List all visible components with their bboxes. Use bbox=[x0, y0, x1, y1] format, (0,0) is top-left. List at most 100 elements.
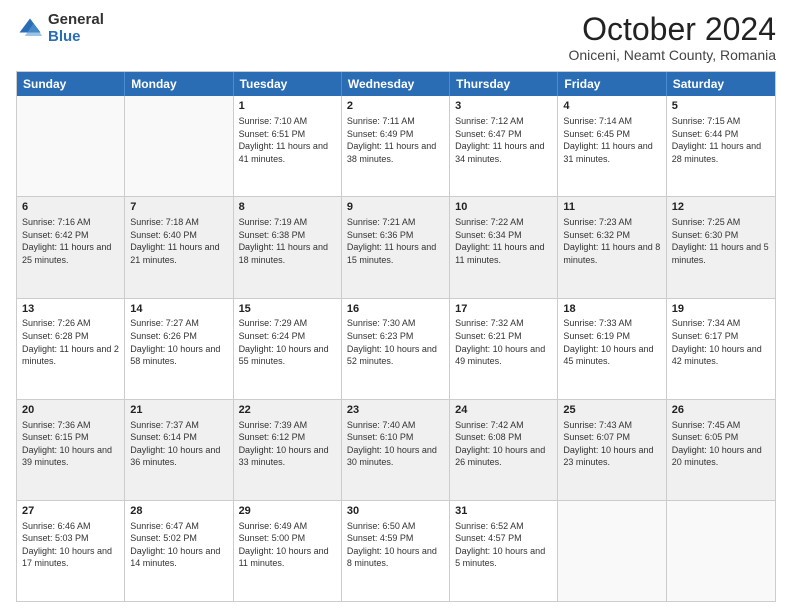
calendar-cell: 31Sunrise: 6:52 AM Sunset: 4:57 PM Dayli… bbox=[450, 501, 558, 601]
calendar-cell bbox=[125, 96, 233, 196]
day-number: 8 bbox=[239, 200, 336, 215]
day-number: 7 bbox=[130, 200, 227, 215]
sub-title: Oniceni, Neamt County, Romania bbox=[569, 47, 777, 63]
calendar-cell: 10Sunrise: 7:22 AM Sunset: 6:34 PM Dayli… bbox=[450, 197, 558, 297]
calendar: SundayMondayTuesdayWednesdayThursdayFrid… bbox=[16, 71, 776, 602]
calendar-cell: 20Sunrise: 7:36 AM Sunset: 6:15 PM Dayli… bbox=[17, 400, 125, 500]
day-number: 14 bbox=[130, 302, 227, 317]
header: General Blue October 2024 Oniceni, Neamt… bbox=[16, 12, 776, 63]
day-number: 3 bbox=[455, 99, 552, 114]
title-block: October 2024 Oniceni, Neamt County, Roma… bbox=[569, 12, 777, 63]
day-number: 10 bbox=[455, 200, 552, 215]
calendar-cell bbox=[667, 501, 775, 601]
day-number: 11 bbox=[563, 200, 660, 215]
cell-sun-info: Sunrise: 6:49 AM Sunset: 5:00 PM Dayligh… bbox=[239, 520, 336, 570]
cell-sun-info: Sunrise: 7:36 AM Sunset: 6:15 PM Dayligh… bbox=[22, 419, 119, 469]
calendar-cell: 25Sunrise: 7:43 AM Sunset: 6:07 PM Dayli… bbox=[558, 400, 666, 500]
cell-sun-info: Sunrise: 7:32 AM Sunset: 6:21 PM Dayligh… bbox=[455, 317, 552, 367]
day-number: 19 bbox=[672, 302, 770, 317]
cell-sun-info: Sunrise: 7:18 AM Sunset: 6:40 PM Dayligh… bbox=[130, 216, 227, 266]
calendar-cell: 3Sunrise: 7:12 AM Sunset: 6:47 PM Daylig… bbox=[450, 96, 558, 196]
calendar-cell bbox=[17, 96, 125, 196]
calendar-cell: 26Sunrise: 7:45 AM Sunset: 6:05 PM Dayli… bbox=[667, 400, 775, 500]
calendar-cell: 15Sunrise: 7:29 AM Sunset: 6:24 PM Dayli… bbox=[234, 299, 342, 399]
calendar-row: 6Sunrise: 7:16 AM Sunset: 6:42 PM Daylig… bbox=[17, 197, 775, 298]
calendar-header-cell: Sunday bbox=[17, 72, 125, 96]
day-number: 15 bbox=[239, 302, 336, 317]
calendar-cell: 24Sunrise: 7:42 AM Sunset: 6:08 PM Dayli… bbox=[450, 400, 558, 500]
day-number: 27 bbox=[22, 504, 119, 519]
day-number: 1 bbox=[239, 99, 336, 114]
calendar-cell: 28Sunrise: 6:47 AM Sunset: 5:02 PM Dayli… bbox=[125, 501, 233, 601]
day-number: 9 bbox=[347, 200, 444, 215]
calendar-cell: 14Sunrise: 7:27 AM Sunset: 6:26 PM Dayli… bbox=[125, 299, 233, 399]
calendar-header-cell: Tuesday bbox=[234, 72, 342, 96]
calendar-cell: 27Sunrise: 6:46 AM Sunset: 5:03 PM Dayli… bbox=[17, 501, 125, 601]
cell-sun-info: Sunrise: 7:27 AM Sunset: 6:26 PM Dayligh… bbox=[130, 317, 227, 367]
calendar-header-cell: Saturday bbox=[667, 72, 775, 96]
page: General Blue October 2024 Oniceni, Neamt… bbox=[0, 0, 792, 612]
calendar-cell: 19Sunrise: 7:34 AM Sunset: 6:17 PM Dayli… bbox=[667, 299, 775, 399]
calendar-cell: 17Sunrise: 7:32 AM Sunset: 6:21 PM Dayli… bbox=[450, 299, 558, 399]
cell-sun-info: Sunrise: 7:33 AM Sunset: 6:19 PM Dayligh… bbox=[563, 317, 660, 367]
calendar-header-cell: Friday bbox=[558, 72, 666, 96]
calendar-cell: 6Sunrise: 7:16 AM Sunset: 6:42 PM Daylig… bbox=[17, 197, 125, 297]
main-title: October 2024 bbox=[569, 12, 777, 47]
calendar-cell: 22Sunrise: 7:39 AM Sunset: 6:12 PM Dayli… bbox=[234, 400, 342, 500]
calendar-header-row: SundayMondayTuesdayWednesdayThursdayFrid… bbox=[17, 72, 775, 96]
cell-sun-info: Sunrise: 7:16 AM Sunset: 6:42 PM Dayligh… bbox=[22, 216, 119, 266]
calendar-body: 1Sunrise: 7:10 AM Sunset: 6:51 PM Daylig… bbox=[17, 96, 775, 601]
day-number: 31 bbox=[455, 504, 552, 519]
cell-sun-info: Sunrise: 7:23 AM Sunset: 6:32 PM Dayligh… bbox=[563, 216, 660, 266]
day-number: 17 bbox=[455, 302, 552, 317]
day-number: 6 bbox=[22, 200, 119, 215]
cell-sun-info: Sunrise: 6:46 AM Sunset: 5:03 PM Dayligh… bbox=[22, 520, 119, 570]
day-number: 22 bbox=[239, 403, 336, 418]
calendar-header-cell: Wednesday bbox=[342, 72, 450, 96]
day-number: 30 bbox=[347, 504, 444, 519]
day-number: 28 bbox=[130, 504, 227, 519]
calendar-cell bbox=[558, 501, 666, 601]
day-number: 5 bbox=[672, 99, 770, 114]
cell-sun-info: Sunrise: 7:40 AM Sunset: 6:10 PM Dayligh… bbox=[347, 419, 444, 469]
calendar-cell: 2Sunrise: 7:11 AM Sunset: 6:49 PM Daylig… bbox=[342, 96, 450, 196]
day-number: 21 bbox=[130, 403, 227, 418]
calendar-header-cell: Thursday bbox=[450, 72, 558, 96]
cell-sun-info: Sunrise: 7:14 AM Sunset: 6:45 PM Dayligh… bbox=[563, 115, 660, 165]
cell-sun-info: Sunrise: 7:34 AM Sunset: 6:17 PM Dayligh… bbox=[672, 317, 770, 367]
day-number: 25 bbox=[563, 403, 660, 418]
day-number: 12 bbox=[672, 200, 770, 215]
calendar-row: 1Sunrise: 7:10 AM Sunset: 6:51 PM Daylig… bbox=[17, 96, 775, 197]
logo-text: General Blue bbox=[48, 12, 104, 45]
day-number: 2 bbox=[347, 99, 444, 114]
calendar-cell: 30Sunrise: 6:50 AM Sunset: 4:59 PM Dayli… bbox=[342, 501, 450, 601]
calendar-cell: 5Sunrise: 7:15 AM Sunset: 6:44 PM Daylig… bbox=[667, 96, 775, 196]
calendar-cell: 1Sunrise: 7:10 AM Sunset: 6:51 PM Daylig… bbox=[234, 96, 342, 196]
calendar-row: 27Sunrise: 6:46 AM Sunset: 5:03 PM Dayli… bbox=[17, 501, 775, 601]
calendar-cell: 23Sunrise: 7:40 AM Sunset: 6:10 PM Dayli… bbox=[342, 400, 450, 500]
cell-sun-info: Sunrise: 7:26 AM Sunset: 6:28 PM Dayligh… bbox=[22, 317, 119, 367]
cell-sun-info: Sunrise: 7:39 AM Sunset: 6:12 PM Dayligh… bbox=[239, 419, 336, 469]
cell-sun-info: Sunrise: 7:37 AM Sunset: 6:14 PM Dayligh… bbox=[130, 419, 227, 469]
day-number: 24 bbox=[455, 403, 552, 418]
day-number: 29 bbox=[239, 504, 336, 519]
day-number: 18 bbox=[563, 302, 660, 317]
day-number: 20 bbox=[22, 403, 119, 418]
calendar-cell: 13Sunrise: 7:26 AM Sunset: 6:28 PM Dayli… bbox=[17, 299, 125, 399]
cell-sun-info: Sunrise: 7:10 AM Sunset: 6:51 PM Dayligh… bbox=[239, 115, 336, 165]
calendar-cell: 8Sunrise: 7:19 AM Sunset: 6:38 PM Daylig… bbox=[234, 197, 342, 297]
calendar-cell: 29Sunrise: 6:49 AM Sunset: 5:00 PM Dayli… bbox=[234, 501, 342, 601]
cell-sun-info: Sunrise: 7:15 AM Sunset: 6:44 PM Dayligh… bbox=[672, 115, 770, 165]
calendar-cell: 12Sunrise: 7:25 AM Sunset: 6:30 PM Dayli… bbox=[667, 197, 775, 297]
day-number: 16 bbox=[347, 302, 444, 317]
cell-sun-info: Sunrise: 7:43 AM Sunset: 6:07 PM Dayligh… bbox=[563, 419, 660, 469]
calendar-header-cell: Monday bbox=[125, 72, 233, 96]
cell-sun-info: Sunrise: 7:11 AM Sunset: 6:49 PM Dayligh… bbox=[347, 115, 444, 165]
cell-sun-info: Sunrise: 7:30 AM Sunset: 6:23 PM Dayligh… bbox=[347, 317, 444, 367]
cell-sun-info: Sunrise: 7:45 AM Sunset: 6:05 PM Dayligh… bbox=[672, 419, 770, 469]
calendar-row: 20Sunrise: 7:36 AM Sunset: 6:15 PM Dayli… bbox=[17, 400, 775, 501]
logo-general: General bbox=[48, 11, 104, 28]
cell-sun-info: Sunrise: 7:19 AM Sunset: 6:38 PM Dayligh… bbox=[239, 216, 336, 266]
calendar-cell: 18Sunrise: 7:33 AM Sunset: 6:19 PM Dayli… bbox=[558, 299, 666, 399]
cell-sun-info: Sunrise: 6:47 AM Sunset: 5:02 PM Dayligh… bbox=[130, 520, 227, 570]
